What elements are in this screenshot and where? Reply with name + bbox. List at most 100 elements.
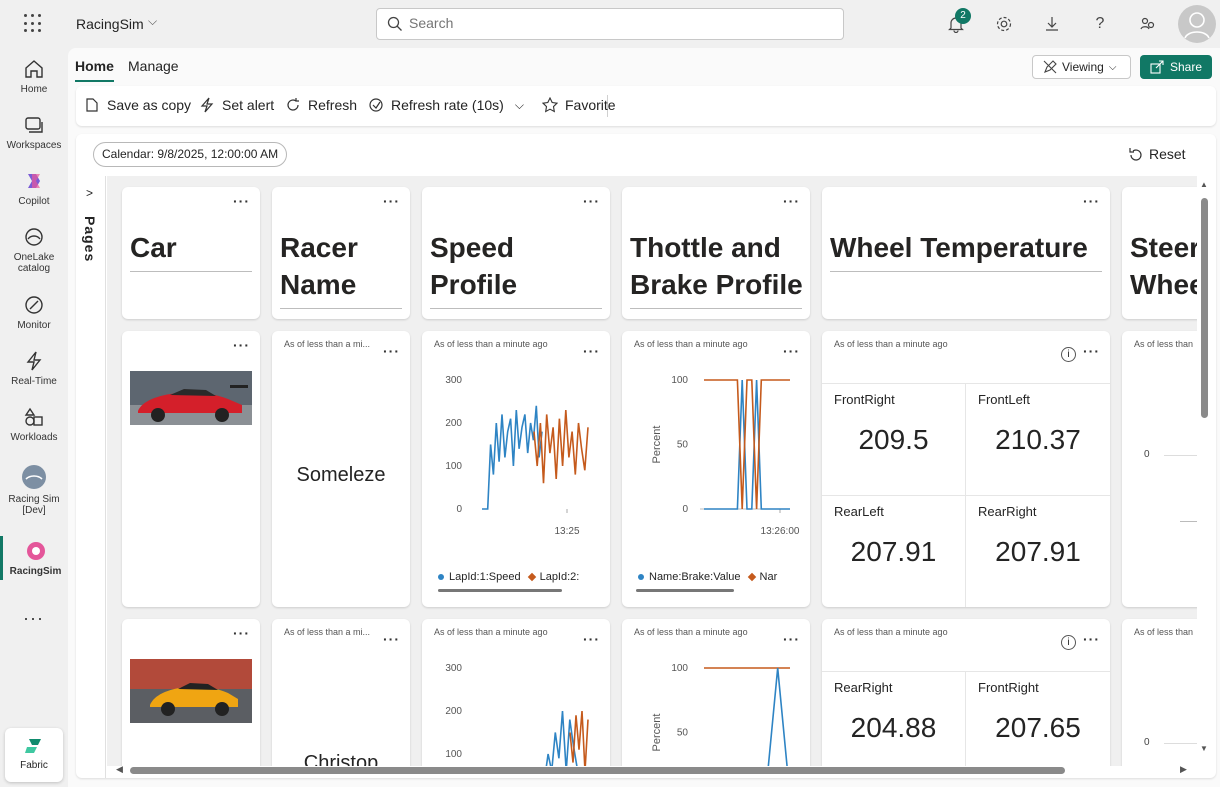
racer-name-tile[interactable]: As of less than a mi... ··· Someleze xyxy=(272,331,410,607)
more-options-icon[interactable]: ··· xyxy=(383,343,400,359)
legend-scrollbar[interactable] xyxy=(636,589,734,592)
download-icon[interactable] xyxy=(1040,12,1064,36)
share-people-icon[interactable] xyxy=(1136,12,1160,36)
rail-label: Real-Time xyxy=(11,376,57,387)
help-icon[interactable]: ? xyxy=(1088,12,1112,36)
header-tile-racer-name[interactable]: ··· Racer Name xyxy=(272,187,410,319)
favorite-button[interactable]: Favorite xyxy=(542,97,616,113)
divider xyxy=(830,271,1102,272)
wheel-temp-tile[interactable]: As of less than a minute ago i ··· RearR… xyxy=(822,619,1110,766)
wheel-temp-tile[interactable]: As of less than a minute ago i ··· Front… xyxy=(822,331,1110,607)
more-options-icon[interactable]: ··· xyxy=(233,193,250,209)
more-options-icon[interactable]: ··· xyxy=(1083,193,1100,209)
refresh-button[interactable]: Refresh xyxy=(285,97,357,113)
lightning-icon xyxy=(26,351,42,371)
more-options-icon[interactable]: ··· xyxy=(583,631,600,647)
scroll-down-icon[interactable]: ▼ xyxy=(1200,744,1208,753)
steering-tile[interactable]: As of less than 0 xyxy=(1122,331,1197,607)
fabric-switcher[interactable]: Fabric xyxy=(5,728,63,782)
search-icon xyxy=(387,16,402,31)
more-options-icon[interactable]: ··· xyxy=(783,193,800,209)
scroll-right-icon[interactable]: ▶ xyxy=(1180,764,1187,775)
fabric-icon xyxy=(25,739,41,753)
left-rail: Home Workspaces Copilot OneLake catalog … xyxy=(0,48,68,787)
search-input[interactable] xyxy=(409,15,809,31)
legend-item[interactable]: LapId:1:Speed xyxy=(438,571,521,583)
header-tile-car[interactable]: ··· Car xyxy=(122,187,260,319)
app-launcher-icon[interactable] xyxy=(24,14,44,34)
legend-scrollbar[interactable] xyxy=(438,589,562,592)
more-icon[interactable]: ... xyxy=(0,604,68,625)
speed-chart-tile[interactable]: As of less than a minute ago ··· 300 200 1… xyxy=(422,331,610,607)
info-icon[interactable]: i xyxy=(1061,347,1076,362)
rail-item-realtime[interactable]: Real-Time xyxy=(0,350,68,387)
header-tile-wheel-temperature[interactable]: ··· Wheel Temperature xyxy=(822,187,1110,319)
chevron-right-icon[interactable]: > xyxy=(86,186,93,200)
notification-badge: 2 xyxy=(955,8,971,24)
header-tile-speed-profile[interactable]: ··· Speed Profile xyxy=(422,187,610,319)
legend-item[interactable]: Nar xyxy=(747,571,777,583)
chevron-down-icon[interactable]: ⌵ xyxy=(148,14,157,29)
rail-item-racing-sim-dev[interactable]: Racing Sim [Dev] xyxy=(0,464,68,516)
rail-item-home[interactable]: Home xyxy=(0,58,68,95)
rail-label: RacingSim xyxy=(9,566,62,577)
scroll-up-icon[interactable]: ▲ xyxy=(1200,180,1208,189)
more-options-icon[interactable]: ··· xyxy=(383,193,400,209)
refresh-rate-icon xyxy=(369,98,383,112)
steering-tile[interactable]: As of less than 0 xyxy=(1122,619,1197,766)
scroll-left-icon[interactable]: ◀ xyxy=(116,764,123,775)
legend-item[interactable]: LapId:2: xyxy=(527,571,579,583)
rail-item-workloads[interactable]: Workloads xyxy=(0,406,68,443)
car-image-tile[interactable]: ··· xyxy=(122,619,260,766)
more-options-icon[interactable]: ··· xyxy=(1083,631,1100,647)
avatar[interactable] xyxy=(1178,5,1216,43)
search-box[interactable] xyxy=(376,8,844,40)
workspace-name[interactable]: RacingSim xyxy=(76,16,144,32)
tab-home[interactable]: Home xyxy=(75,58,114,82)
refresh-rate-dropdown[interactable]: Refresh rate (10s) ⌵ xyxy=(368,97,524,113)
y-tick-label: 50 xyxy=(677,440,689,451)
save-as-copy-button[interactable]: Save as copy xyxy=(84,97,191,113)
favorite-label: Favorite xyxy=(565,97,616,113)
more-options-icon[interactable]: ··· xyxy=(783,343,800,359)
calendar-filter[interactable]: Calendar: 9/8/2025, 12:00:00 AM xyxy=(93,142,288,167)
reset-button[interactable]: Reset xyxy=(1128,146,1186,162)
more-options-icon[interactable]: ··· xyxy=(233,625,250,641)
rail-item-racingsim[interactable]: RacingSim xyxy=(0,536,68,580)
more-options-icon[interactable]: ··· xyxy=(583,343,600,359)
y-tick-label: 300 xyxy=(445,663,462,674)
header-tile-steering-wheel[interactable]: Steer Whee xyxy=(1122,187,1197,319)
pages-pane[interactable]: > Pages xyxy=(76,176,106,778)
car-image-tile[interactable]: ··· xyxy=(122,331,260,607)
as-of-label: As of less than xyxy=(1134,627,1194,637)
tab-manage[interactable]: Manage xyxy=(128,58,179,80)
gear-icon[interactable] xyxy=(992,12,1016,36)
more-options-icon[interactable]: ··· xyxy=(1083,343,1100,359)
scroll-thumb[interactable] xyxy=(1201,198,1208,418)
workloads-icon xyxy=(24,407,43,426)
speed-chart-tile[interactable]: As of less than a minute ago ··· 300 200 1… xyxy=(422,619,610,766)
horizontal-scrollbar[interactable]: ◀ ▶ xyxy=(116,764,1187,776)
viewing-button[interactable]: Viewing ⌵ xyxy=(1032,55,1131,79)
scroll-thumb[interactable] xyxy=(130,767,1065,774)
rail-item-monitor[interactable]: Monitor xyxy=(0,294,68,331)
rail-item-onelake[interactable]: OneLake catalog xyxy=(0,226,68,274)
rail-label: Racing Sim [Dev] xyxy=(8,494,60,516)
rail-item-copilot[interactable]: Copilot xyxy=(0,170,68,207)
brake-chart-tile[interactable]: As of less than a minute ago ··· 100500P… xyxy=(622,331,810,607)
more-options-icon[interactable]: ··· xyxy=(583,193,600,209)
racer-name-tile[interactable]: As of less than a mi... ··· Christop xyxy=(272,619,410,766)
more-options-icon[interactable]: ··· xyxy=(233,337,250,353)
tile-title: Thottle and xyxy=(630,232,781,263)
info-icon[interactable]: i xyxy=(1061,635,1076,650)
racing-sim-icon xyxy=(22,465,46,489)
set-alert-button[interactable]: Set alert xyxy=(199,97,274,113)
brake-chart-tile[interactable]: As of less than a minute ago ··· 100500P… xyxy=(622,619,810,766)
share-button[interactable]: Share xyxy=(1140,55,1212,79)
rail-item-workspaces[interactable]: Workspaces xyxy=(0,114,68,151)
header-tile-throttle-brake[interactable]: ··· Thottle and Brake Profile xyxy=(622,187,810,319)
more-options-icon[interactable]: ··· xyxy=(383,631,400,647)
legend-item[interactable]: Name:Brake:Value xyxy=(638,571,741,583)
vertical-scrollbar[interactable]: ▲ ▼ xyxy=(1199,176,1211,756)
more-options-icon[interactable]: ··· xyxy=(783,631,800,647)
